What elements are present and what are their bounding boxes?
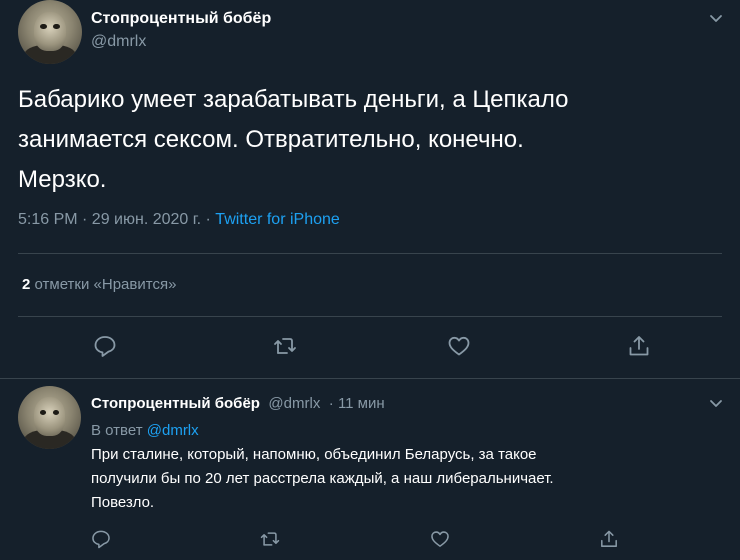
reply-text-line: получили бы по 20 лет расстрела каждый, … xyxy=(91,470,554,487)
reply-text-line: Повезло. xyxy=(91,494,155,511)
heart-icon[interactable] xyxy=(429,528,451,550)
tweet-text-line: Мерзко. xyxy=(18,166,107,193)
tweet-text-line: Бабарико умеет зарабатывать деньги, а Це… xyxy=(18,86,569,113)
share-icon[interactable] xyxy=(626,333,652,359)
reply-icon[interactable] xyxy=(92,333,118,359)
heart-icon[interactable] xyxy=(446,333,472,359)
retweet-icon[interactable] xyxy=(259,528,281,550)
author-name[interactable]: Стопроцентный бобёр xyxy=(91,10,271,28)
reply-avatar[interactable] xyxy=(18,386,81,449)
tweet-timestamp[interactable]: 5:16 PM · 29 июн. 2020 г. · xyxy=(18,211,215,228)
tweet-text-line: занимается сексом. Отвратительно, конечн… xyxy=(18,126,524,153)
reply-time[interactable]: · 11 мин xyxy=(329,395,385,412)
reply-to-prefix: В ответ xyxy=(91,422,143,439)
reply-author-name[interactable]: Стопроцентный бобёр xyxy=(91,395,260,412)
author-handle[interactable]: @dmrlx xyxy=(91,33,146,51)
chevron-down-icon[interactable] xyxy=(707,10,725,28)
reply-text: При сталине, который, напомню, объединил… xyxy=(91,443,711,515)
likes-count: 2 xyxy=(22,276,31,293)
tweet-meta: 5:16 PM · 29 июн. 2020 г. · Twitter for … xyxy=(18,211,340,229)
tweet-source-link[interactable]: Twitter for iPhone xyxy=(215,211,340,228)
avatar[interactable] xyxy=(18,0,82,64)
likes-label: отметки «Нравится» xyxy=(34,276,177,293)
reply-icon[interactable] xyxy=(90,528,112,550)
thread-separator xyxy=(0,378,740,379)
main-tweet: Стопроцентный бобёр @dmrlx Бабарико умее… xyxy=(0,0,740,378)
reply-author-handle[interactable]: @dmrlx xyxy=(268,395,320,412)
retweet-icon[interactable] xyxy=(272,333,298,359)
divider xyxy=(18,316,722,317)
tweet-text: Бабарико умеет зарабатывать деньги, а Це… xyxy=(18,80,718,200)
divider xyxy=(18,253,722,254)
likes-summary[interactable]: 2 отметки «Нравится» xyxy=(22,276,176,293)
reply-to-handle[interactable]: @dmrlx xyxy=(147,422,199,439)
chevron-down-icon[interactable] xyxy=(707,395,725,413)
share-icon[interactable] xyxy=(598,528,620,550)
reply-header: Стопроцентный бобёр @dmrlx · 11 мин xyxy=(91,395,385,413)
reply-text-line: При сталине, который, напомню, объединил… xyxy=(91,446,537,463)
reply-to-line: В ответ @dmrlx xyxy=(91,422,199,439)
